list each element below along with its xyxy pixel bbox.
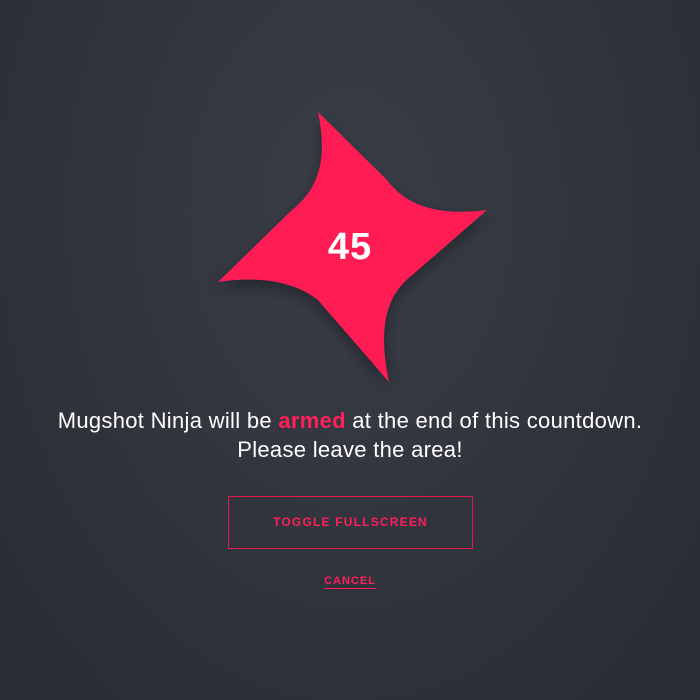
warning-text-suffix: at the end of this countdown. [345, 408, 643, 433]
toggle-fullscreen-button[interactable]: TOGGLE FULLSCREEN [228, 496, 473, 549]
cancel-link[interactable]: CANCEL [324, 575, 376, 589]
warning-message: Mugshot Ninja will be armed at the end o… [0, 406, 700, 464]
countdown-graphic [0, 0, 700, 400]
warning-message-line1: Mugshot Ninja will be armed at the end o… [0, 406, 700, 435]
armed-highlight: armed [278, 408, 346, 433]
warning-message-line2: Please leave the area! [237, 437, 463, 462]
countdown-value: 45 [327, 226, 373, 268]
warning-text-prefix: Mugshot Ninja will be [57, 408, 279, 433]
shuriken-icon [218, 112, 487, 382]
cancel-link-wrap: CANCEL [300, 571, 400, 589]
